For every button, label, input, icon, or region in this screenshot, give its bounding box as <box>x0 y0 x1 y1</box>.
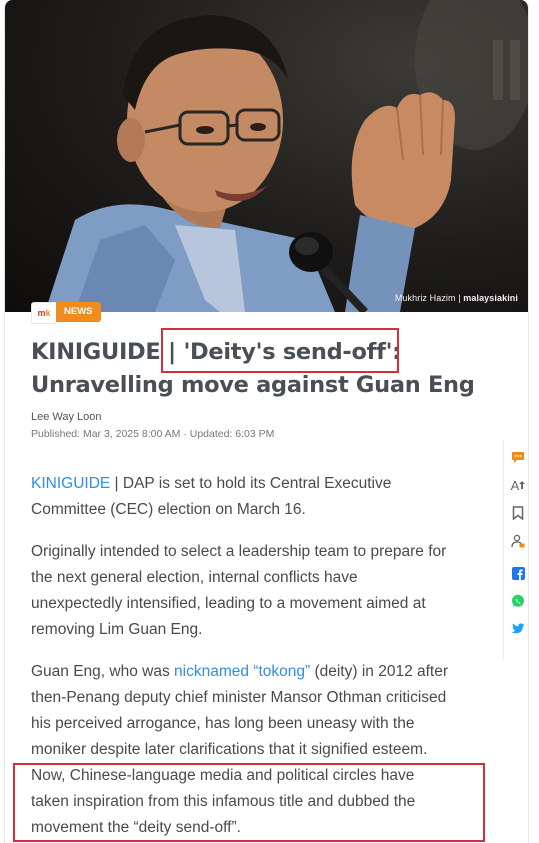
logo-letter-m: m <box>37 308 46 318</box>
article-card: Mukhriz Hazim | malaysiakini mk NEWS KIN… <box>4 0 529 843</box>
logo-letter-k: k <box>45 308 51 318</box>
news-category-badge[interactable]: NEWS <box>56 302 101 322</box>
paragraph-1: KINIGUIDE | DAP is set to hold its Centr… <box>31 471 451 523</box>
malaysiakini-logo[interactable]: mk <box>31 302 56 324</box>
kiniguide-link[interactable]: KINIGUIDE <box>31 475 110 492</box>
font-size-label: A <box>510 477 520 493</box>
facebook-icon[interactable] <box>509 564 527 582</box>
twitter-icon[interactable] <box>509 620 527 638</box>
tokong-link[interactable]: nicknamed “tokong” <box>174 663 310 680</box>
hero-photo[interactable]: Mukhriz Hazim | malaysiakini <box>5 0 528 312</box>
comment-icon[interactable] <box>509 448 527 466</box>
bookmark-icon[interactable] <box>509 504 527 522</box>
photo-credit-name: Mukhriz Hazim <box>394 293 456 303</box>
article-side-toolbar: A <box>503 440 528 660</box>
hero-illustration <box>45 0 528 312</box>
photo-credit: Mukhriz Hazim | malaysiakini <box>395 293 518 303</box>
whatsapp-icon[interactable] <box>509 592 527 610</box>
photo-credit-brand: malaysiakini <box>463 293 518 303</box>
gift-user-icon[interactable] <box>509 532 527 550</box>
article-author[interactable]: Lee Way Loon <box>31 411 102 423</box>
article-timestamps: Published: Mar 3, 2025 8:00 AM · Updated… <box>31 428 275 440</box>
paragraph-3-start: Guan Eng, who was <box>31 663 175 680</box>
paragraph-highlight-box <box>13 763 485 842</box>
headline-highlight-box <box>161 328 399 373</box>
category-badge-row: mk NEWS <box>31 302 101 324</box>
font-size-icon[interactable]: A <box>509 476 527 494</box>
paragraph-2: Originally intended to select a leadersh… <box>31 543 447 638</box>
